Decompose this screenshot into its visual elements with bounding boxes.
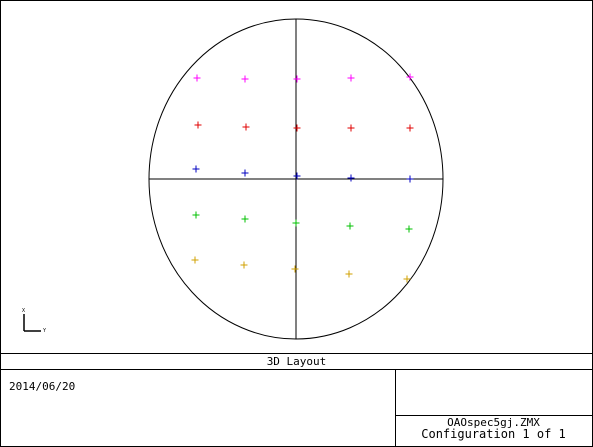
field-marker-plus <box>345 270 353 278</box>
configuration-label: Configuration 1 of 1 <box>421 427 566 441</box>
field-marker-plus <box>293 124 301 132</box>
field-marker-group <box>191 73 414 283</box>
plot-title: 3D Layout <box>266 355 327 368</box>
field-marker-plus <box>347 174 355 182</box>
layout-plot-svg: X Y <box>22 18 444 340</box>
axis-triad-x-label: X <box>22 308 25 314</box>
field-marker-plus <box>347 74 355 82</box>
field-marker-plus <box>293 172 301 180</box>
field-marker-plus <box>193 74 201 82</box>
field-marker-plus <box>242 123 250 131</box>
field-marker-plus <box>406 124 414 132</box>
field-marker-plus <box>347 124 355 132</box>
field-marker-plus <box>194 121 202 129</box>
field-marker-plus <box>346 222 354 230</box>
field-marker-plus <box>192 165 200 173</box>
field-marker-plus <box>241 215 249 223</box>
axis-triad-y-label: Y <box>43 328 46 334</box>
field-marker-plus <box>241 75 249 83</box>
field-marker-plus <box>406 175 414 183</box>
field-marker-plus <box>191 256 199 264</box>
plot-date: 2014/06/20 <box>9 380 76 393</box>
layout-plot-area: X Y <box>1 1 592 353</box>
field-marker-plus <box>240 261 248 269</box>
field-marker-plus <box>241 169 249 177</box>
field-marker-plus <box>291 265 299 273</box>
field-marker-plus <box>405 225 413 233</box>
field-marker-plus <box>292 219 300 227</box>
field-marker-plus <box>192 211 200 219</box>
field-marker-plus <box>293 75 301 83</box>
layout-window: X Y 3D Layout 2014/06/20 OAOspec5gj.ZMX … <box>0 0 593 447</box>
axis-triad-icon: X Y <box>22 308 46 334</box>
title-block-divider <box>1 369 592 370</box>
